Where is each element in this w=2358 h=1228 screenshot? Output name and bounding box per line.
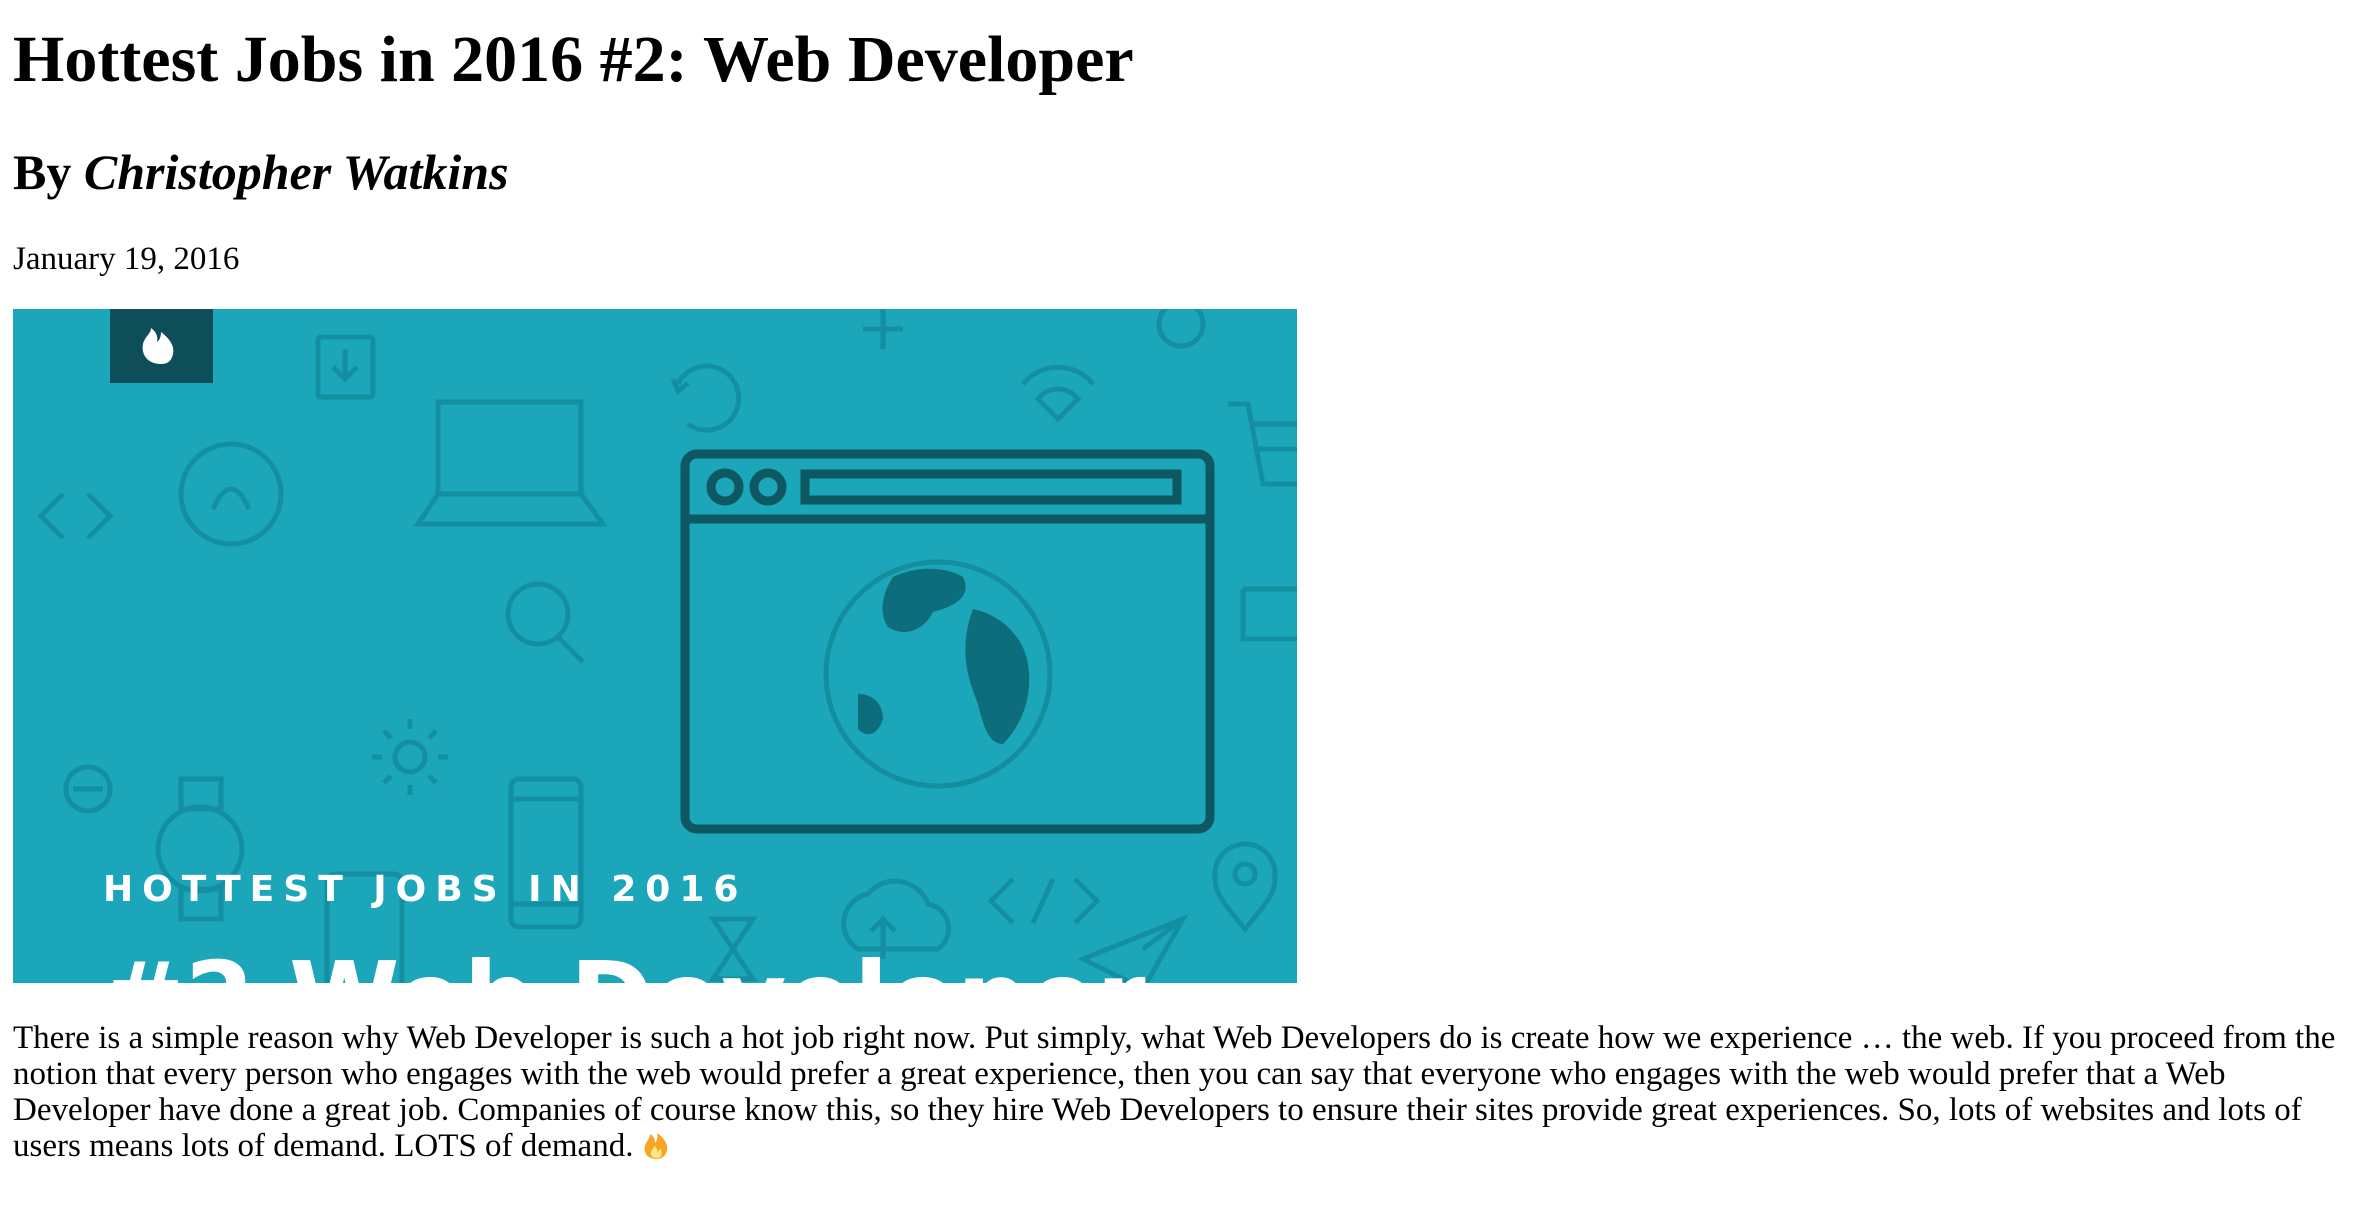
byline: By Christopher Watkins bbox=[13, 140, 509, 204]
body-paragraph: There is a simple reason why Web Develop… bbox=[13, 1020, 2353, 1168]
hero-kicker: HOTTEST JOBS IN 2016 bbox=[103, 869, 748, 910]
article-title: Hottest Jobs in 2016 #2: Web Developer bbox=[13, 23, 1134, 96]
article-page: Hottest Jobs in 2016 #2: Web Developer B… bbox=[0, 0, 2358, 1228]
body-paragraph-text: There is a simple reason why Web Develop… bbox=[13, 1020, 2336, 1164]
hero-headline: #2 Web Developer bbox=[101, 939, 1146, 983]
byline-prefix: By bbox=[13, 144, 72, 200]
author-name: Christopher Watkins bbox=[83, 144, 509, 200]
fire-emoji-icon bbox=[642, 1130, 670, 1168]
article-body: There is a simple reason why Web Develop… bbox=[13, 1020, 2353, 1168]
hero-image: HOTTEST JOBS IN 2016 #2 Web Developer bbox=[13, 309, 1297, 983]
publish-date: January 19, 2016 bbox=[13, 241, 240, 277]
